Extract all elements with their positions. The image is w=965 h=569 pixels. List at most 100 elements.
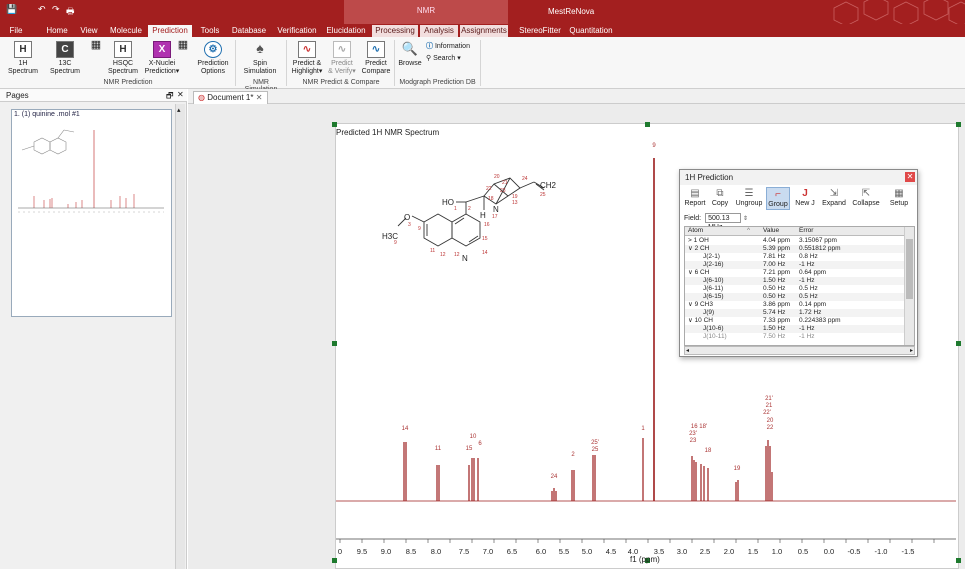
new-j-label: New J bbox=[795, 200, 815, 207]
resize-handle[interactable] bbox=[332, 558, 337, 563]
tab-processing[interactable]: Processing bbox=[372, 25, 418, 37]
resize-handle[interactable] bbox=[645, 122, 650, 127]
column-atom[interactable]: Atom bbox=[688, 227, 703, 235]
tab-assignments[interactable]: Assignments bbox=[460, 25, 508, 37]
resize-handle[interactable] bbox=[956, 558, 961, 563]
close-icon[interactable]: ✕ bbox=[905, 172, 915, 182]
table-row[interactable]: J(9) 5.74 Hz 1.72 Hz bbox=[685, 309, 904, 317]
table-row[interactable]: ∨ 9 CH3 3.86 ppm 0.14 ppm bbox=[685, 301, 904, 309]
nmr-grid-button[interactable]: ▦ bbox=[88, 40, 104, 51]
pin-icon[interactable]: 🗗 bbox=[166, 90, 174, 104]
table-row[interactable]: > 1 OH 4.04 ppm 3.15067 ppm bbox=[685, 237, 904, 245]
report-button[interactable]: ▤ Report bbox=[683, 187, 707, 208]
table-row[interactable]: J(10-6) 1.50 Hz -1 Hz bbox=[685, 325, 904, 333]
table-row[interactable]: ∨ 10 CH 7.33 ppm 0.224383 ppm bbox=[685, 317, 904, 325]
group-button[interactable]: ⌐ Group bbox=[766, 187, 790, 210]
scroll-left-icon[interactable]: ◂ bbox=[686, 347, 689, 354]
table-row[interactable]: ∨ 6 CH 7.21 ppm 0.64 ppm bbox=[685, 269, 904, 277]
resize-handle[interactable] bbox=[956, 122, 961, 127]
close-icon[interactable]: ✕ bbox=[177, 90, 184, 99]
close-tab-icon[interactable]: ✕ bbox=[256, 93, 263, 102]
column-error[interactable]: Error bbox=[799, 227, 813, 235]
save-icon[interactable]: 💾 bbox=[6, 4, 17, 15]
information-button[interactable]: ⓘ Information bbox=[426, 43, 478, 51]
x-nuclei-prediction-button[interactable]: X X-Nuclei Prediction▾ bbox=[144, 41, 180, 76]
pages-scrollbar[interactable]: ▴ bbox=[175, 104, 185, 569]
spin-arrows-icon[interactable]: ⇕ bbox=[743, 216, 748, 222]
scroll-thumb[interactable] bbox=[906, 239, 913, 299]
table-row[interactable]: J(6-15) 0.50 Hz 0.5 Hz bbox=[685, 293, 904, 301]
axis-tick-label: 7.5 bbox=[458, 547, 470, 556]
tab-file[interactable]: File bbox=[4, 25, 28, 37]
redo-icon[interactable]: ↷ bbox=[52, 4, 60, 15]
peak-label: 10 bbox=[469, 434, 477, 440]
table-vertical-scrollbar[interactable] bbox=[904, 227, 914, 345]
print-icon[interactable]: 🖶 bbox=[66, 4, 75, 20]
pages-pane: Pages 🗗 ✕ 1. (1) quinine .mol #1 ▴ bbox=[0, 89, 187, 569]
field-input[interactable]: 500.13 MHz bbox=[705, 213, 742, 231]
tab-home[interactable]: Home bbox=[42, 25, 72, 37]
table-row[interactable]: J(6-11) 0.50 Hz 0.5 Hz bbox=[685, 285, 904, 293]
tab-view[interactable]: View bbox=[76, 25, 102, 37]
13c-spectrum-button[interactable]: C 13C Spectrum bbox=[48, 41, 82, 76]
resize-handle[interactable] bbox=[332, 122, 337, 127]
tab-tools[interactable]: Tools bbox=[196, 25, 224, 37]
new-j-button[interactable]: J New J bbox=[793, 187, 817, 208]
atom-cell: J(2-16) bbox=[703, 261, 724, 268]
browse-button[interactable]: 🔍 Browse bbox=[396, 41, 424, 68]
grid-small-icon: ▦ bbox=[177, 39, 189, 51]
tab-molecule[interactable]: Molecule bbox=[106, 25, 146, 37]
tab-prediction[interactable]: Prediction bbox=[148, 25, 192, 37]
expand-button[interactable]: ⇲ Expand bbox=[820, 187, 848, 208]
table-row[interactable]: J(10-11) 7.50 Hz -1 Hz bbox=[685, 333, 904, 341]
collapse-button[interactable]: ⇱ Collapse bbox=[850, 187, 882, 208]
group-nmr-prediction: NMR Prediction bbox=[103, 79, 153, 86]
tab-database[interactable]: Database bbox=[228, 25, 270, 37]
group-separator bbox=[480, 40, 481, 86]
predict-highlight-button[interactable]: ∿ Predict & Highlight▾ bbox=[290, 41, 324, 76]
ungroup-button[interactable]: ☰ Ungroup bbox=[734, 187, 764, 208]
value-cell: 7.21 ppm bbox=[763, 269, 791, 276]
error-cell: -1 Hz bbox=[799, 261, 815, 268]
tab-analysis[interactable]: Analysis bbox=[420, 25, 458, 37]
search-dropdown-button[interactable]: ⚲ Search ▾ bbox=[426, 55, 478, 63]
peak-label: 18 bbox=[704, 448, 712, 454]
predict-grid-button[interactable]: ▦ bbox=[176, 39, 190, 51]
1h-spectrum-button[interactable]: H 1H Spectrum bbox=[6, 41, 40, 76]
expand-label: Expand bbox=[822, 200, 846, 207]
predict-verify-button[interactable]: ∿ Predict & Verify▾ bbox=[326, 41, 358, 76]
predict-compare-button[interactable]: ∿ Predict Compare bbox=[360, 41, 392, 76]
tab-verification[interactable]: Verification bbox=[274, 25, 320, 37]
axis-tick-label: 3.0 bbox=[676, 547, 688, 556]
setup-button[interactable]: ▦ Setup bbox=[886, 187, 912, 208]
search-label: Search ▾ bbox=[433, 55, 461, 62]
tab-quantitation[interactable]: Quantitation bbox=[566, 25, 616, 37]
page-thumbnail[interactable]: 1. (1) quinine .mol #1 bbox=[11, 109, 172, 317]
value-cell: 7.00 Hz bbox=[763, 261, 786, 268]
error-cell: 3.15067 ppm bbox=[799, 237, 837, 244]
scroll-up-icon[interactable]: ▴ bbox=[177, 106, 181, 114]
prediction-options-button[interactable]: ⚙ Prediction Options bbox=[194, 41, 232, 76]
spin-simulation-button[interactable]: ♠ Spin Simulation bbox=[240, 41, 280, 76]
undo-icon[interactable]: ↶ bbox=[38, 4, 46, 15]
column-value[interactable]: Value bbox=[763, 227, 779, 235]
scroll-right-icon[interactable]: ▸ bbox=[910, 347, 913, 354]
table-row[interactable]: J(2-16) 7.00 Hz -1 Hz bbox=[685, 261, 904, 269]
tab-stereofitter[interactable]: StereoFitter bbox=[516, 25, 564, 37]
table-row[interactable]: ∨ 2 CH 5.39 ppm 0.551812 ppm bbox=[685, 245, 904, 253]
info-icon: ⓘ bbox=[426, 43, 433, 50]
hsqc-spectrum-button[interactable]: H HSQC Spectrum bbox=[106, 41, 140, 76]
table-row[interactable]: J(2-1) 7.81 Hz 0.8 Hz bbox=[685, 253, 904, 261]
peak-label: 24 bbox=[550, 474, 558, 480]
tab-elucidation[interactable]: Elucidation bbox=[324, 25, 368, 37]
setup-icon: ▦ bbox=[894, 188, 904, 199]
x-nuclei-icon: X bbox=[153, 41, 171, 58]
table-row[interactable]: J(6-10) 1.50 Hz -1 Hz bbox=[685, 277, 904, 285]
copy-button[interactable]: ⧉ Copy bbox=[709, 187, 731, 208]
axis-tick-label: 6.0 bbox=[535, 547, 547, 556]
prediction-table[interactable]: Atom ^ Value Error > 1 OH 4.04 ppm 3.15067… bbox=[684, 226, 915, 346]
table-horizontal-scrollbar[interactable]: ◂ ▸ bbox=[684, 346, 915, 355]
axis-tick-label: 1.5 bbox=[747, 547, 759, 556]
document-tab[interactable]: ◍ Document 1* ✕ bbox=[193, 91, 269, 104]
peak-label: 21 bbox=[765, 403, 773, 409]
